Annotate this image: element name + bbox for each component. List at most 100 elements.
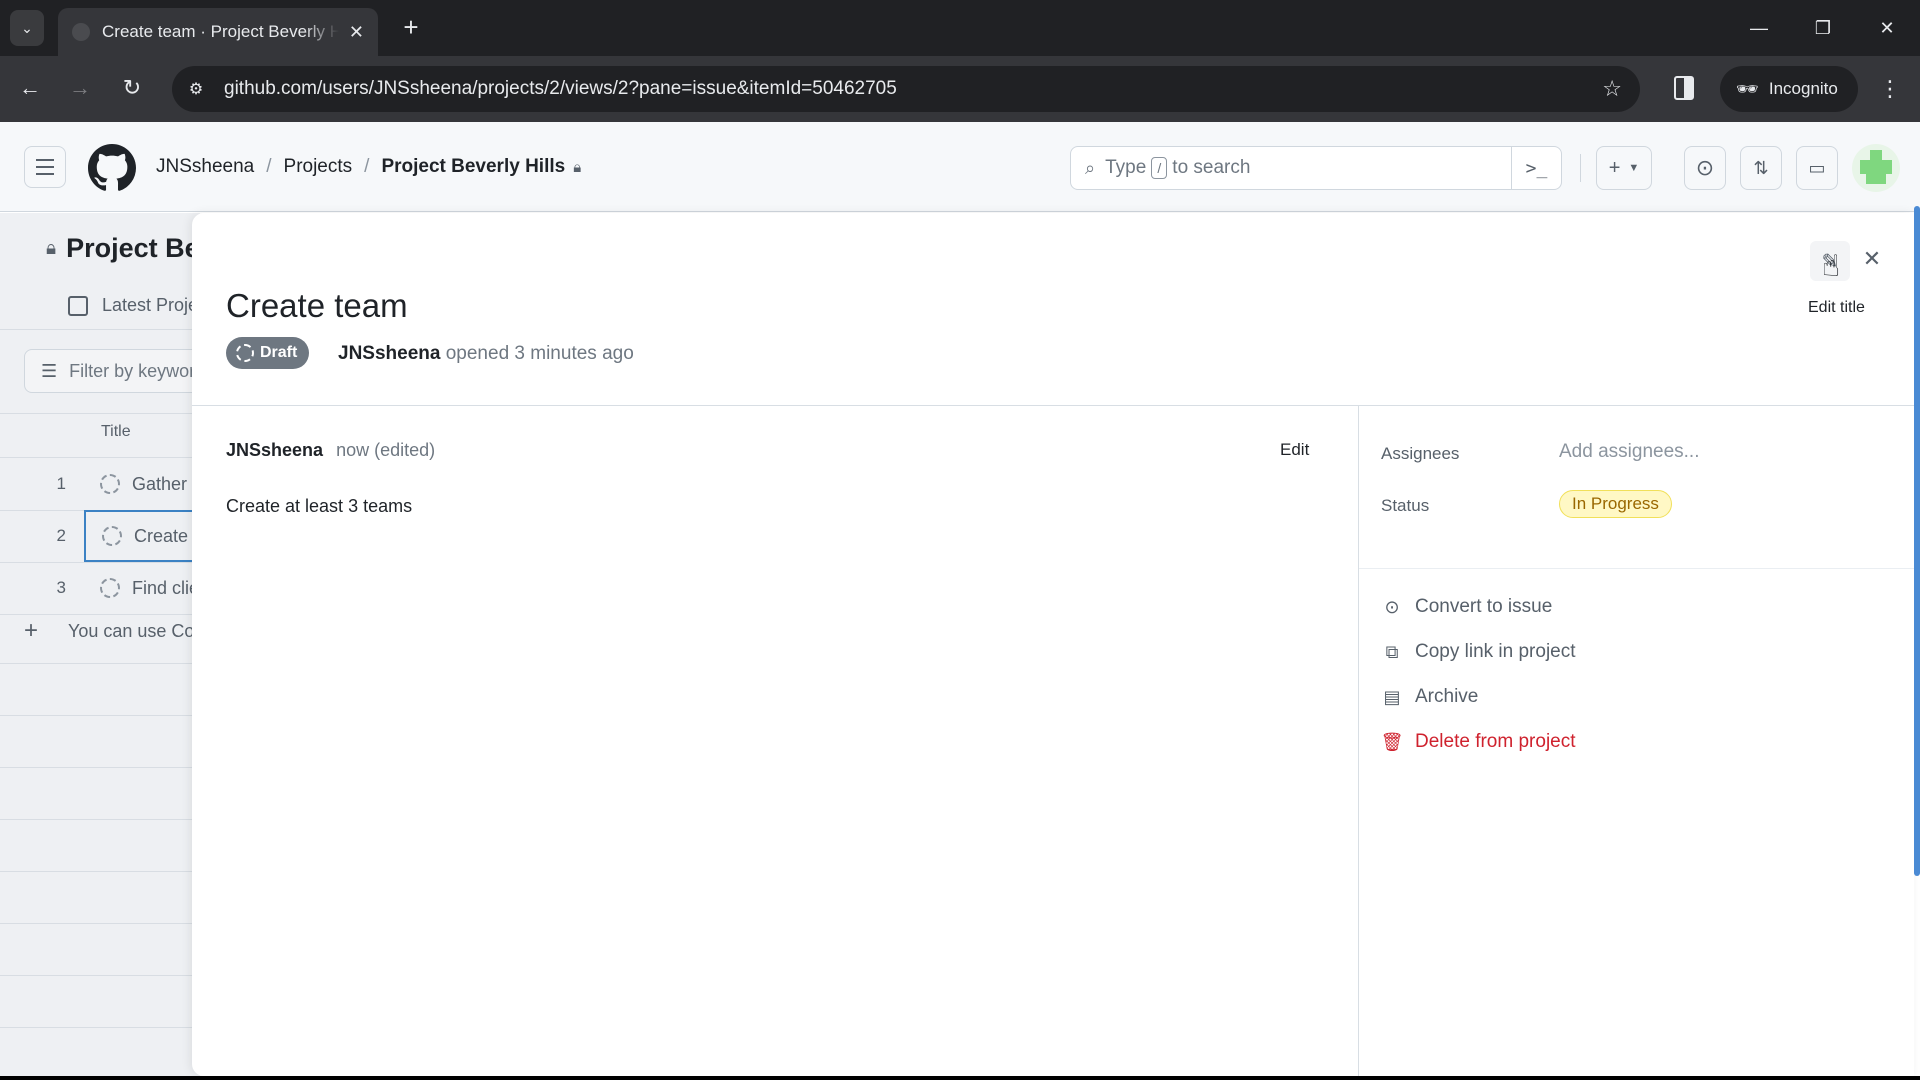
pull-requests-button[interactable]: ⇅ <box>1740 146 1782 190</box>
breadcrumb-projects[interactable]: Projects <box>284 156 353 178</box>
table-row[interactable]: 3 Find clients <box>0 562 223 614</box>
browser-menu-button[interactable]: ⋮ <box>1878 72 1902 106</box>
plus-icon: + <box>403 11 419 42</box>
new-tab-button[interactable]: + <box>396 12 426 42</box>
forward-button[interactable]: → <box>62 70 98 106</box>
plus-icon: + <box>1608 156 1621 179</box>
convert-to-issue-button[interactable]: ⊙ Convert to issue <box>1381 596 1552 618</box>
trash-icon: 🗑︎ <box>1380 731 1404 752</box>
close-tab-icon[interactable]: ✕ <box>349 22 364 43</box>
minimize-icon: — <box>1750 17 1768 38</box>
action-label: Copy link in project <box>1415 641 1576 662</box>
divider <box>0 819 200 820</box>
divider <box>0 715 200 716</box>
row-number: 3 <box>56 578 66 597</box>
browser-toolbar: ← → ↻ ⚙ github.com/users/JNSsheena/proje… <box>0 56 1920 122</box>
assignees-label: Assignees <box>1381 444 1460 463</box>
arrow-left-icon: ← <box>19 75 41 100</box>
tab-active[interactable]: Create team · Project Beverly Hills ✕ <box>58 8 378 56</box>
edit-title-button[interactable]: ✎ <box>1810 241 1850 281</box>
breadcrumb-project[interactable]: Project Beverly Hills <box>381 156 565 178</box>
state-badge: Draft <box>226 337 310 369</box>
tab-search-button[interactable]: ⌄ <box>10 10 44 46</box>
add-assignees-field[interactable]: Add assignees... <box>1559 441 1699 463</box>
search-icon: ⌕ <box>1085 157 1096 178</box>
tune-icon[interactable]: ⚙ <box>176 69 216 109</box>
url-text[interactable]: github.com/users/JNSsheena/projects/2/vi… <box>224 78 897 100</box>
archive-button[interactable]: ▤ Archive <box>1381 686 1478 708</box>
close-icon: ✕ <box>1862 246 1882 271</box>
github-logo-icon[interactable] <box>88 144 136 192</box>
draft-issue-icon <box>100 578 120 598</box>
table-view-icon <box>68 295 88 316</box>
hamburger-menu-button[interactable] <box>24 146 66 188</box>
status-label: Status <box>1381 496 1430 515</box>
scrollbar[interactable] <box>1914 206 1920 876</box>
divider <box>0 1027 200 1028</box>
breadcrumb-user[interactable]: JNSsheena <box>156 156 254 178</box>
comment-header: JNSsheena now (edited) <box>226 440 435 461</box>
draft-issue-icon <box>100 474 120 494</box>
status-badge[interactable]: In Progress <box>1559 490 1672 518</box>
archive-icon: ▤ <box>1383 686 1401 707</box>
comment-timestamp: now (edited) <box>336 440 436 460</box>
back-button[interactable]: ← <box>12 70 48 106</box>
incognito-label: Incognito <box>1768 79 1838 98</box>
divider <box>0 329 200 330</box>
github-favicon-icon <box>72 23 90 41</box>
search-placeholder-post: to search <box>1172 157 1251 178</box>
search-placeholder-pre: Type <box>1105 157 1147 178</box>
divider <box>1359 568 1914 569</box>
tooltip: Edit title <box>1808 299 1865 316</box>
plus-icon: + <box>24 617 39 644</box>
item-body: JNSsheena now (edited) Edit Create at le… <box>192 406 1358 1076</box>
avatar[interactable] <box>1852 144 1900 192</box>
delete-from-project-button[interactable]: 🗑︎ Delete from project <box>1381 731 1576 753</box>
hamburger-icon-line <box>36 166 54 168</box>
divider <box>0 413 200 414</box>
search-input[interactable]: ⌕ Type / to search >_ <box>1070 146 1562 190</box>
incognito-indicator[interactable]: 🕶 Incognito <box>1720 66 1858 112</box>
restore-button[interactable]: ❐ <box>1800 10 1846 46</box>
issues-button[interactable]: ⊙ <box>1684 146 1726 190</box>
close-icon: ✕ <box>1879 17 1895 38</box>
header-divider <box>1580 154 1581 182</box>
row-number: 1 <box>56 474 66 493</box>
breadcrumb-separator: / <box>364 156 370 177</box>
lock-icon: 🔒︎ <box>573 158 582 176</box>
divider <box>0 767 200 768</box>
divider <box>0 923 200 924</box>
table-row[interactable]: 1 Gather resources <box>0 458 224 510</box>
author-link[interactable]: JNSsheena <box>338 343 440 364</box>
git-pull-request-icon: ⇅ <box>1753 157 1769 178</box>
close-panel-button[interactable]: ✕ <box>1856 243 1888 275</box>
restore-icon: ❐ <box>1814 17 1832 38</box>
avatar-identicon-icon <box>1860 150 1892 184</box>
star-icon[interactable]: ☆ <box>1602 76 1622 102</box>
edit-comment-button[interactable]: Edit <box>1280 440 1309 460</box>
action-label: Archive <box>1415 686 1479 707</box>
action-label: Delete from project <box>1415 731 1576 752</box>
divider <box>0 663 200 664</box>
chevron-down-icon: ⌄ <box>21 19 33 36</box>
hamburger-icon-line <box>36 173 54 175</box>
copy-link-button[interactable]: ⧉ Copy link in project <box>1381 641 1576 663</box>
inbox-button[interactable]: ▭ <box>1796 146 1838 190</box>
address-bar[interactable]: ⚙ github.com/users/JNSsheena/projects/2/… <box>172 66 1640 112</box>
close-window-button[interactable]: ✕ <box>1864 10 1910 46</box>
draft-issue-icon <box>236 344 254 362</box>
opened-meta: JNSsheena opened 3 minutes ago <box>338 343 634 365</box>
table-row-selected[interactable]: 2 Create team <box>0 510 224 562</box>
command-palette-icon[interactable]: >_ <box>1511 147 1561 189</box>
column-header-title[interactable]: Title <box>101 423 131 441</box>
triangle-down-icon: ▼ <box>1628 162 1640 174</box>
tab-title: Create team · Project Beverly Hills <box>102 22 339 41</box>
reload-button[interactable]: ↻ <box>114 70 150 106</box>
comment-author[interactable]: JNSsheena <box>226 440 323 460</box>
divider <box>0 614 200 615</box>
issue-opened-icon: ⊙ <box>1384 596 1400 617</box>
create-new-button[interactable]: + ▼ <box>1596 146 1652 190</box>
minimize-button[interactable]: — <box>1736 10 1782 46</box>
side-panel-icon[interactable] <box>1674 76 1694 100</box>
state-badge-label: Draft <box>260 344 298 361</box>
